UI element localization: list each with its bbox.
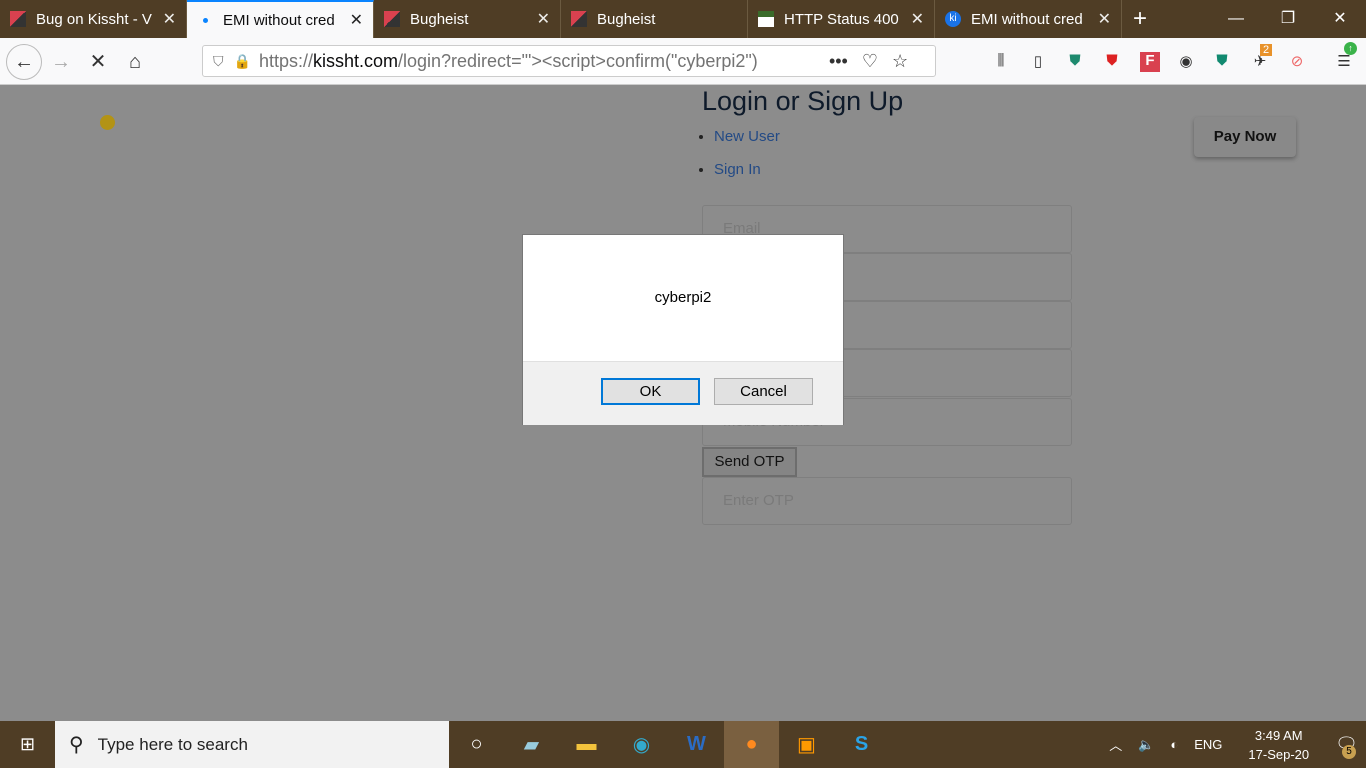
lock-icon[interactable]: 🔒: [234, 53, 251, 70]
page-title: Login or Sign Up: [702, 86, 904, 116]
bugheist-icon: [571, 11, 587, 27]
tab-title: Bug on Kissht - V: [36, 10, 152, 28]
weather-icon[interactable]: ◐: [1170, 737, 1178, 752]
new-tab-button[interactable]: +: [1122, 0, 1158, 38]
clock-date: 17-Sep-20: [1248, 746, 1310, 762]
cancel-button[interactable]: Cancel: [714, 378, 813, 405]
tab-strip: Bug on Kissht - V ✕ EMI without cred ✕ Bug…: [0, 0, 1366, 38]
account-icon[interactable]: ◉: [1176, 52, 1196, 72]
extension-badge: 2: [1260, 44, 1273, 56]
close-tab-icon[interactable]: ✕: [911, 9, 924, 29]
dialog-footer: OK Cancel: [523, 361, 843, 425]
url-path: /login?redirect="'><script>confirm("cybe…: [398, 50, 758, 71]
restore-icon[interactable]: ❐: [1262, 0, 1314, 38]
update-icon: ↑: [1344, 42, 1357, 55]
close-window-icon[interactable]: ✕: [1314, 0, 1366, 38]
shield-icon[interactable]: ⛉: [213, 53, 224, 70]
edge-icon[interactable]: ◉: [614, 721, 669, 768]
new-user-link[interactable]: New User: [714, 128, 780, 145]
home-button[interactable]: ⌂: [119, 46, 151, 78]
extension-block-icon[interactable]: ⊘: [1287, 52, 1307, 72]
tab-4[interactable]: HTTP Status 400 ✕: [748, 0, 935, 38]
close-tab-icon[interactable]: ✕: [350, 10, 363, 30]
notifications-icon[interactable]: 🗨 5: [1335, 734, 1358, 759]
stop-button[interactable]: ✕: [82, 46, 114, 78]
word-icon[interactable]: W: [669, 721, 724, 768]
tab-title: Bugheist: [410, 10, 469, 28]
library-icon[interactable]: ⫼: [991, 52, 1011, 72]
minimize-icon[interactable]: —: [1210, 0, 1262, 38]
chevron-up-icon[interactable]: ︿: [1109, 735, 1122, 754]
firefox-icon[interactable]: ●: [724, 721, 779, 768]
system-tray: ︿ 🔈 ◐ ENG 3:49 AM 17-Sep-20 🗨 5: [1101, 721, 1366, 768]
loading-dot-icon: [197, 12, 213, 28]
back-button[interactable]: ←: [6, 44, 42, 80]
tab-1[interactable]: EMI without cred ✕: [187, 0, 374, 38]
url-prefix: https://: [258, 50, 313, 71]
ok-button[interactable]: OK: [601, 378, 700, 405]
url-domain: kissht.com: [312, 50, 398, 71]
pocket-icon[interactable]: ♡: [862, 51, 878, 72]
cortana-icon[interactable]: ○: [449, 721, 504, 768]
otp-input[interactable]: Enter OTP: [702, 477, 1072, 525]
star-icon[interactable]: ☆: [892, 51, 908, 72]
url-bar[interactable]: ⛉ 🔒 https://kissht.com/login?redirect="'…: [202, 45, 936, 77]
close-tab-icon[interactable]: ✕: [163, 9, 176, 29]
forward-button[interactable]: →: [45, 46, 77, 78]
extension-shoe-icon[interactable]: ✈ 2: [1250, 44, 1273, 72]
bugheist-icon: [384, 11, 400, 27]
close-tab-icon[interactable]: ✕: [537, 9, 550, 29]
tab-2[interactable]: Bugheist ✕: [374, 0, 561, 38]
notification-count: 5: [1342, 745, 1356, 759]
dialog-message: cyberpi2: [654, 289, 712, 306]
more-icon[interactable]: •••: [829, 51, 848, 72]
windows-start-icon[interactable]: ⊞: [0, 734, 55, 755]
tab-title: Bugheist: [597, 10, 656, 28]
tab-title: EMI without cred: [971, 10, 1083, 28]
search-placeholder: Type here to search: [97, 734, 248, 754]
confirm-dialog: cyberpi2 OK Cancel: [522, 234, 844, 425]
send-otp-button[interactable]: Send OTP: [702, 447, 797, 477]
skype-icon[interactable]: S: [834, 721, 889, 768]
language-indicator[interactable]: ENG: [1194, 737, 1222, 752]
menu-icon[interactable]: ☰ ↑: [1334, 42, 1357, 72]
auth-links: New User Sign In: [714, 128, 780, 194]
extension-l-icon[interactable]: ⛊: [1065, 52, 1085, 72]
extension-shield-red-icon[interactable]: ⛊: [1102, 52, 1122, 72]
tab-0[interactable]: Bug on Kissht - V ✕: [0, 0, 187, 38]
volume-icon[interactable]: 🔈: [1138, 737, 1154, 753]
clock[interactable]: 3:49 AM 17-Sep-20: [1248, 726, 1309, 764]
tab-5[interactable]: ki EMI without cred ✕: [935, 0, 1122, 38]
tab-title: HTTP Status 400: [784, 10, 899, 28]
tab-3[interactable]: Bugheist: [561, 0, 748, 38]
extension-check-shield-icon[interactable]: ⛊: [1212, 52, 1232, 72]
kissht-icon: ki: [945, 11, 961, 27]
sidebar-icon[interactable]: ▯: [1028, 52, 1048, 72]
search-icon: ⚲: [69, 734, 84, 756]
sign-in-link[interactable]: Sign In: [714, 161, 780, 178]
loading-dot: [100, 115, 115, 130]
bugheist-icon: [10, 11, 26, 27]
taskbar: ⊞ ⚲ Type here to search ○ ▰ ▬ ◉ W ● ▣ S ︿…: [0, 721, 1366, 768]
tab-title: EMI without cred: [223, 11, 335, 29]
virtualbox-icon[interactable]: ▣: [779, 721, 834, 768]
close-tab-icon[interactable]: ✕: [1098, 9, 1111, 29]
clock-time: 3:49 AM: [1254, 727, 1303, 743]
taskbar-search[interactable]: ⚲ Type here to search: [55, 721, 449, 768]
pay-now-button[interactable]: Pay Now: [1194, 117, 1296, 157]
extension-f-icon[interactable]: F: [1140, 52, 1160, 72]
notepad-app-icon[interactable]: ▰: [504, 721, 559, 768]
okv-icon: [758, 11, 774, 27]
nav-toolbar: ← → ✕ ⌂ ⛉ 🔒 https://kissht.com/login?red…: [0, 38, 1366, 85]
file-explorer-icon[interactable]: ▬: [559, 721, 614, 768]
